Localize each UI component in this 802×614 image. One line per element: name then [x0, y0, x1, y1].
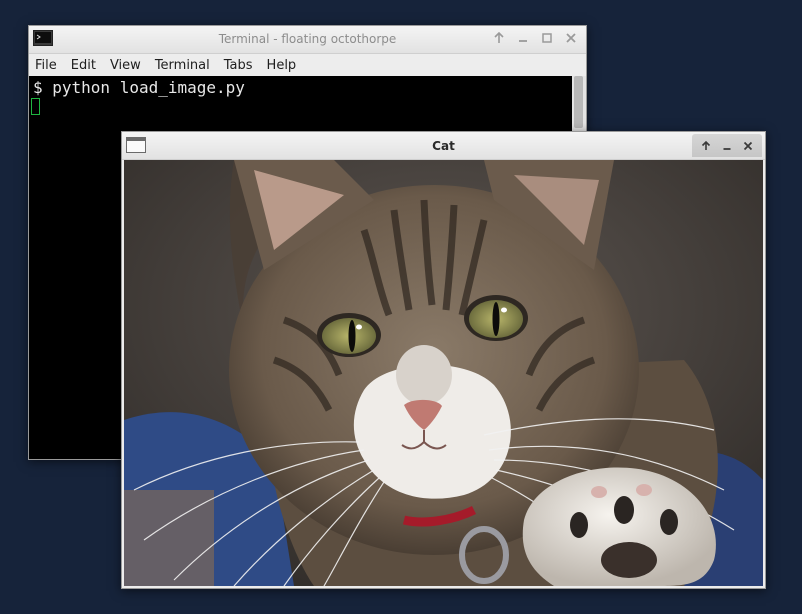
- menu-help[interactable]: Help: [267, 58, 297, 73]
- viewer-titlebar[interactable]: Cat: [122, 132, 765, 160]
- viewer-title: Cat: [432, 139, 455, 153]
- prompt-line: $ python load_image.py: [33, 78, 245, 97]
- cat-photo-illustration: [124, 160, 763, 586]
- up-icon[interactable]: [492, 31, 506, 45]
- image-viewer-window[interactable]: Cat: [121, 131, 766, 589]
- close-icon[interactable]: [741, 139, 755, 153]
- menu-view[interactable]: View: [110, 58, 141, 73]
- maximize-icon[interactable]: [540, 31, 554, 45]
- close-icon[interactable]: [564, 31, 578, 45]
- menu-terminal[interactable]: Terminal: [155, 58, 210, 73]
- text-cursor: [31, 98, 40, 115]
- minimize-icon[interactable]: [516, 31, 530, 45]
- menu-file[interactable]: File: [35, 58, 57, 73]
- scrollbar-thumb[interactable]: [574, 76, 583, 128]
- menu-tabs[interactable]: Tabs: [224, 58, 253, 73]
- cat-image: [124, 160, 763, 586]
- up-icon[interactable]: [699, 139, 713, 153]
- terminal-menubar: File Edit View Terminal Tabs Help: [29, 54, 586, 76]
- minimize-icon[interactable]: [720, 139, 734, 153]
- terminal-titlebar[interactable]: Terminal - floating octothorpe: [29, 26, 586, 54]
- menu-edit[interactable]: Edit: [71, 58, 96, 73]
